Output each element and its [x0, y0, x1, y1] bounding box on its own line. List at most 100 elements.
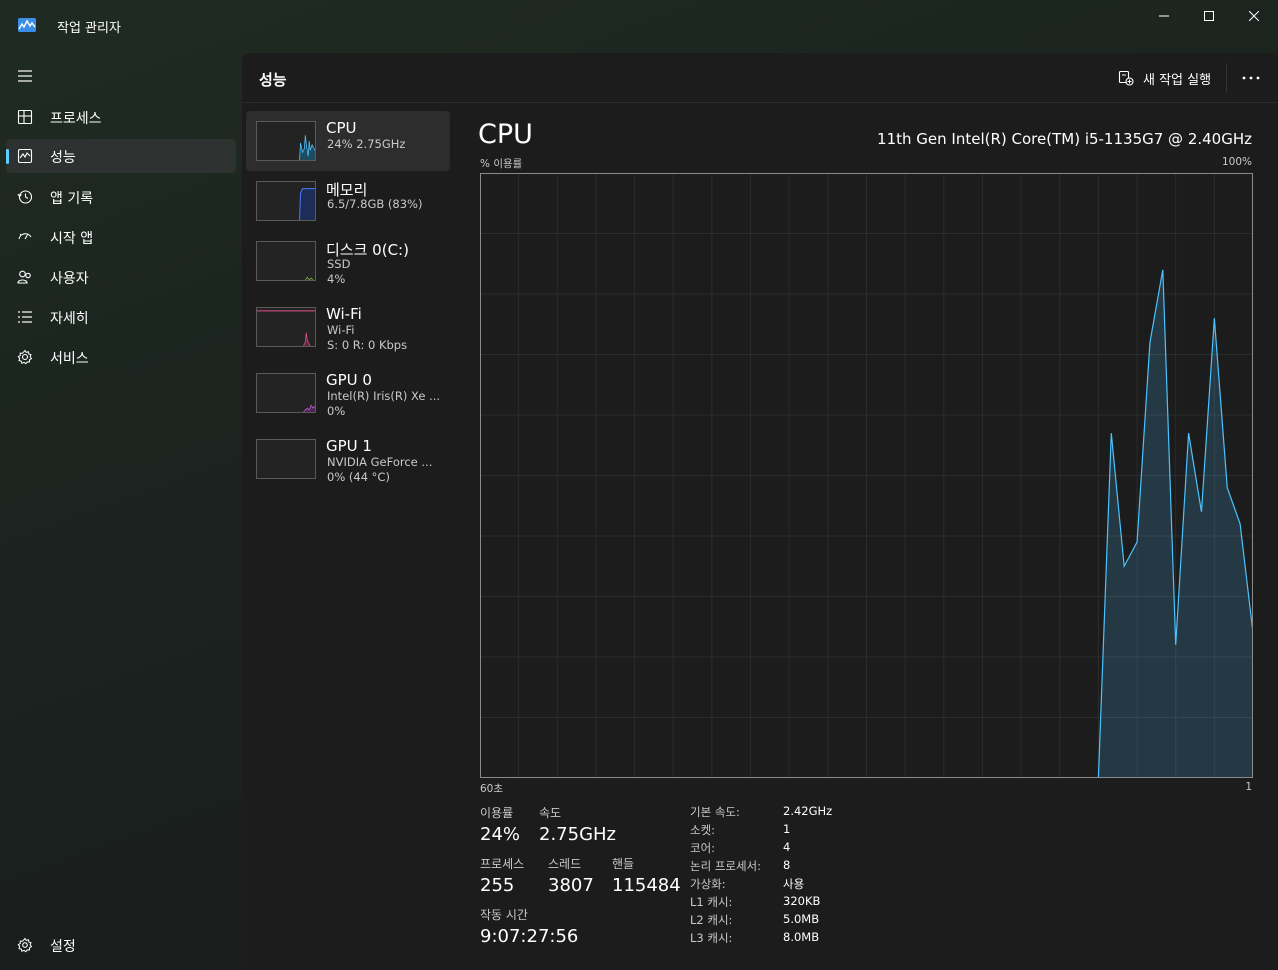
nav-label-app-history: 앱 기록 [50, 191, 94, 207]
speed-value: 2.75GHz [539, 824, 617, 845]
run-new-task-label: 새 작업 실행 [1143, 72, 1212, 88]
gear-icon [17, 937, 33, 953]
device-sub-wifi-throughput: S: 0 R: 0 Kbps [327, 338, 408, 352]
window-title: 작업 관리자 [57, 21, 121, 36]
header-divider [1226, 63, 1227, 93]
device-sub-gpu-0-usage: 0% [327, 404, 346, 418]
close-icon [1249, 11, 1259, 21]
device-sub-memory: 6.5/7.8GB (83%) [327, 197, 423, 211]
nav-item-users[interactable]: 사용자 [6, 260, 236, 294]
threads-label: 스레드 [548, 857, 582, 871]
nav-label-services: 서비스 [50, 351, 89, 367]
device-disk[interactable]: 디스크 0(C:) SSD 4% [246, 231, 450, 291]
usage-label: 이용률 [480, 806, 514, 820]
nav-label-settings: 설정 [50, 939, 76, 955]
spec-value-l1-cache: 320KB [783, 894, 821, 908]
usage-value: 24% [480, 824, 521, 845]
more-options-button[interactable] [1238, 67, 1264, 89]
device-memory[interactable]: 메모리 6.5/7.8GB (83%) [246, 171, 450, 231]
spec-value-sockets: 1 [783, 822, 791, 836]
speed-label: 속도 [539, 806, 562, 820]
processes-icon [17, 109, 33, 125]
cpu-model-name: 11th Gen Intel(R) Core(TM) i5-1135G7 @ 2… [877, 130, 1252, 148]
nav-item-processes[interactable]: 프로세스 [6, 100, 236, 134]
gpu0-thumbnail-graph [256, 373, 316, 413]
device-gpu-0[interactable]: GPU 0 Intel(R) Iris(R) Xe ... 0% [246, 363, 450, 423]
run-new-task-button[interactable]: 새 작업 실행 [1118, 67, 1211, 89]
device-sub-gpu-1-usage: 0% (44 °C) [327, 470, 390, 484]
close-button[interactable] [1231, 0, 1277, 32]
nav-item-services[interactable]: 서비스 [6, 340, 236, 374]
spec-label-logical-processors: 논리 프로세서: [690, 859, 762, 873]
nav-item-startup-apps[interactable]: 시작 앱 [6, 220, 236, 254]
device-name-cpu: CPU [326, 119, 357, 137]
uptime-value: 9:07:27:56 [480, 926, 579, 947]
detail-title: CPU [478, 119, 533, 150]
minimize-button[interactable] [1141, 0, 1187, 32]
spec-label-l2-cache: L2 캐시: [690, 913, 733, 927]
device-name-gpu-0: GPU 0 [326, 371, 372, 389]
handles-label: 핸들 [612, 857, 635, 871]
panel-header: 성능 새 작업 실행 [242, 53, 1278, 103]
performance-icon [17, 148, 33, 164]
graph-label-time-span: 60초 [480, 783, 504, 795]
spec-label-l3-cache: L3 캐시: [690, 931, 733, 945]
gpu1-thumbnail-graph [256, 439, 316, 479]
spec-label-virtualization: 가상화: [690, 877, 726, 891]
performance-panel: 성능 새 작업 실행 CPU 24% 2.75GHz 메모리 6.5/7.8GB… [242, 53, 1278, 970]
spec-value-virtualization: 사용 [783, 877, 805, 891]
spec-value-logical-processors: 8 [783, 858, 791, 872]
title-bar[interactable]: 작업 관리자 [0, 0, 1278, 48]
page-title: 성능 [259, 71, 287, 89]
nav-item-details[interactable]: 자세히 [6, 300, 236, 334]
nav-item-app-history[interactable]: 앱 기록 [6, 180, 236, 214]
spec-value-l2-cache: 5.0MB [783, 912, 820, 926]
graph-label-end: 1 [1245, 781, 1252, 793]
graph-label-usage: % 이용률 [480, 158, 523, 170]
device-gpu-1[interactable]: GPU 1 NVIDIA GeForce ... 0% (44 °C) [246, 429, 450, 489]
spec-value-l3-cache: 8.0MB [783, 930, 820, 944]
wifi-thumbnail-graph [256, 307, 316, 347]
nav-label-details: 자세히 [50, 311, 89, 327]
new-task-icon [1118, 70, 1134, 86]
handles-value: 115484 [612, 875, 681, 896]
processes-label: 프로세스 [480, 857, 525, 871]
nav-item-settings[interactable]: 설정 [6, 928, 236, 962]
device-sub-cpu: 24% 2.75GHz [327, 137, 406, 151]
threads-value: 3807 [548, 875, 594, 896]
hamburger-menu-icon[interactable] [16, 68, 34, 84]
graph-label-max: 100% [1221, 156, 1252, 168]
services-icon [17, 349, 33, 365]
device-name-wifi: Wi-Fi [326, 305, 362, 323]
device-cpu[interactable]: CPU 24% 2.75GHz [246, 111, 450, 171]
nav-item-performance[interactable]: 성능 [6, 139, 236, 173]
startup-icon [18, 233, 32, 240]
cpu-usage-graph [480, 173, 1253, 778]
uptime-label: 작동 시간 [480, 908, 528, 922]
spec-value-base-speed: 2.42GHz [783, 804, 833, 818]
device-name-gpu-1: GPU 1 [326, 437, 372, 455]
spec-label-cores: 코어: [690, 841, 716, 855]
spec-value-cores: 4 [783, 840, 791, 854]
device-sub-wifi-adapter: Wi-Fi [327, 323, 355, 337]
spec-label-sockets: 소켓: [690, 823, 716, 837]
maximize-button[interactable] [1186, 0, 1232, 32]
device-sub-gpu-0-model: Intel(R) Iris(R) Xe ... [327, 389, 441, 403]
device-sub-disk-usage: 4% [327, 272, 346, 286]
users-icon [17, 270, 31, 284]
spec-label-base-speed: 기본 속도: [690, 805, 740, 819]
disk-thumbnail-graph [256, 241, 316, 281]
nav-label-processes: 프로세스 [50, 111, 102, 127]
task-manager-window: 작업 관리자 프로세스 성능 앱 기록 시작 앱 사용자 자세히 서비스 설정 … [0, 0, 1278, 970]
device-wifi[interactable]: Wi-Fi Wi-Fi S: 0 R: 0 Kbps [246, 297, 450, 357]
nav-label-startup-apps: 시작 앱 [50, 231, 94, 247]
task-manager-app-icon [18, 18, 36, 32]
spec-label-l1-cache: L1 캐시: [690, 895, 733, 909]
details-icon [18, 311, 32, 323]
more-icon [1242, 76, 1260, 80]
processes-value: 255 [480, 875, 515, 896]
maximize-icon [1204, 11, 1214, 21]
cpu-thumbnail-graph [256, 121, 316, 161]
memory-thumbnail-graph [256, 181, 316, 221]
nav-label-performance: 성능 [50, 150, 76, 166]
